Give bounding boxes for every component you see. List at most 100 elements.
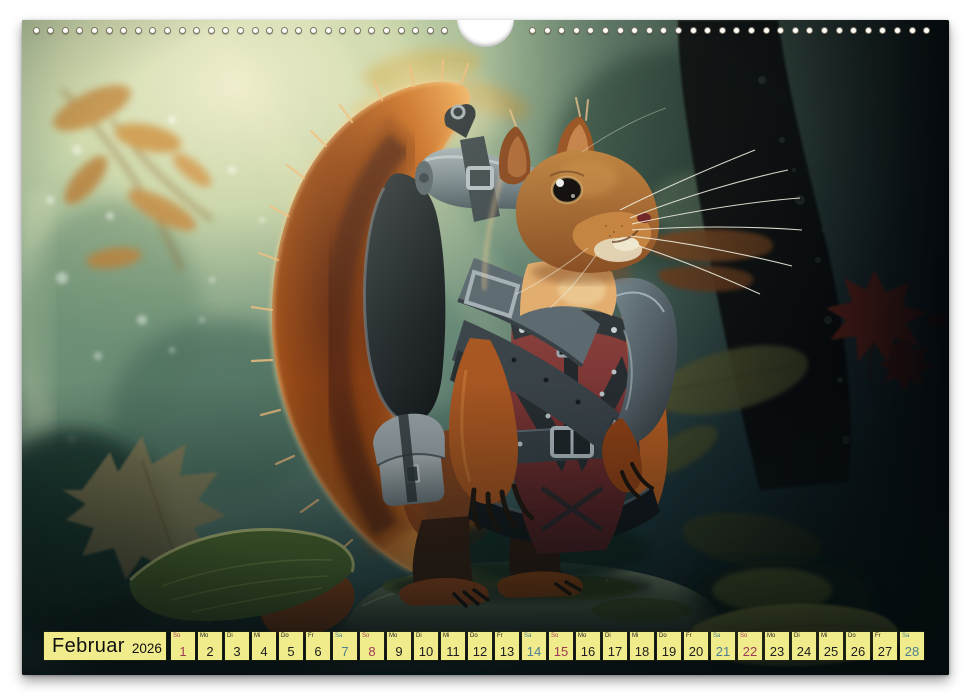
weekday-abbr: Do (281, 633, 289, 639)
calendar-day-cell: Do 26 (846, 632, 870, 660)
calendar-day-cell: Do 5 (279, 632, 303, 660)
calendar-day-cell: Fr 13 (495, 632, 519, 660)
binding-hole (310, 27, 317, 34)
binding-hole (149, 27, 156, 34)
day-number: 13 (495, 645, 519, 658)
calendar-day-cell: Sa 28 (900, 632, 924, 660)
year-label: 2026 (132, 642, 162, 657)
binding-hole (690, 27, 697, 34)
binding-hole (865, 27, 872, 34)
weekday-abbr: Mo (767, 633, 775, 639)
day-number: 23 (765, 645, 789, 658)
binding-hole (339, 27, 346, 34)
weekday-abbr: Mi (443, 633, 449, 639)
calendar-day-cell: Mo 9 (387, 632, 411, 660)
binding-hole (675, 27, 682, 34)
day-number: 11 (441, 645, 465, 658)
calendar-day-cell: Di 10 (414, 632, 438, 660)
weekday-abbr: Mo (578, 633, 586, 639)
weekday-abbr: Di (605, 633, 611, 639)
binding-hole (602, 27, 609, 34)
calendar-day-cell: Mo 2 (198, 632, 222, 660)
date-strip: Februar 2026 So 1 Mo 2 Di 3 Mi 4 Do 5 Fr… (44, 632, 927, 660)
month-label-box: Februar 2026 (44, 632, 166, 660)
binding-hole (894, 27, 901, 34)
binding-hole (76, 27, 83, 34)
binding-hole (281, 27, 288, 34)
weekday-abbr: Di (416, 633, 422, 639)
binding-hole (441, 27, 448, 34)
calendar-day-cell: Mi 11 (441, 632, 465, 660)
calendar-day-cell: Fr 20 (684, 632, 708, 660)
binding-hole (47, 27, 54, 34)
day-number: 7 (333, 645, 357, 658)
weekday-abbr: Do (659, 633, 667, 639)
weekday-abbr: Fr (686, 633, 692, 639)
weekday-abbr: Di (794, 633, 800, 639)
weekday-abbr: Fr (875, 633, 881, 639)
binding-hole (748, 27, 755, 34)
binding-hole (252, 27, 259, 34)
calendar-day-cell: Fr 27 (873, 632, 897, 660)
binding-hole (704, 27, 711, 34)
day-number: 14 (522, 645, 546, 658)
binding-hole (909, 27, 916, 34)
calendar-page: Februar 2026 So 1 Mo 2 Di 3 Mi 4 Do 5 Fr… (22, 20, 949, 675)
binding-hole (631, 27, 638, 34)
binding-hole (879, 27, 886, 34)
binding-hole (587, 27, 594, 34)
binding-hole (558, 27, 565, 34)
month-name: Februar (52, 636, 125, 656)
day-number: 24 (792, 645, 816, 658)
calendar-day-cell: Sa 21 (711, 632, 735, 660)
binding-hole (660, 27, 667, 34)
calendar-day-cell: Do 12 (468, 632, 492, 660)
day-number: 6 (306, 645, 330, 658)
binding-hole (719, 27, 726, 34)
binding-hole (850, 27, 857, 34)
calendar-day-cell: Sa 14 (522, 632, 546, 660)
day-number: 18 (630, 645, 654, 658)
weekday-abbr: So (740, 633, 747, 639)
day-number: 10 (414, 645, 438, 658)
weekday-abbr: Do (848, 633, 856, 639)
binding-hole (368, 27, 375, 34)
day-number: 26 (846, 645, 870, 658)
binding-hole (529, 27, 536, 34)
weekday-abbr: Sa (335, 633, 342, 639)
day-number: 19 (657, 645, 681, 658)
binding-hole (573, 27, 580, 34)
binding-hole (164, 27, 171, 34)
weekday-abbr: Fr (308, 633, 314, 639)
weekday-abbr: Do (470, 633, 478, 639)
weekday-abbr: Mi (254, 633, 260, 639)
day-number: 21 (711, 645, 735, 658)
calendar-day-cell: Mi 25 (819, 632, 843, 660)
day-number: 28 (900, 645, 924, 658)
binding-hole (923, 27, 930, 34)
binding-hole (777, 27, 784, 34)
day-number: 12 (468, 645, 492, 658)
binding-hole (62, 27, 69, 34)
calendar-day-cell: Mi 4 (252, 632, 276, 660)
calendar-day-cell: Fr 6 (306, 632, 330, 660)
weekday-abbr: Fr (497, 633, 503, 639)
calendar-day-cell: Di 24 (792, 632, 816, 660)
calendar-day-cell: Sa 7 (333, 632, 357, 660)
day-number: 9 (387, 645, 411, 658)
binding-hole (836, 27, 843, 34)
binding-hole (33, 27, 40, 34)
calendar-day-cell: Mo 23 (765, 632, 789, 660)
binding-hole (106, 27, 113, 34)
weekday-abbr: So (173, 633, 180, 639)
binding-hole (193, 27, 200, 34)
binding-hole (427, 27, 434, 34)
day-number: 5 (279, 645, 303, 658)
calendar-product-photo: Februar 2026 So 1 Mo 2 Di 3 Mi 4 Do 5 Fr… (0, 0, 971, 700)
calendar-day-cell: Di 17 (603, 632, 627, 660)
binding-hole (646, 27, 653, 34)
calendar-day-cell: Mi 18 (630, 632, 654, 660)
binding-hole (544, 27, 551, 34)
calendar-day-cell: Di 3 (225, 632, 249, 660)
day-number: 15 (549, 645, 573, 658)
